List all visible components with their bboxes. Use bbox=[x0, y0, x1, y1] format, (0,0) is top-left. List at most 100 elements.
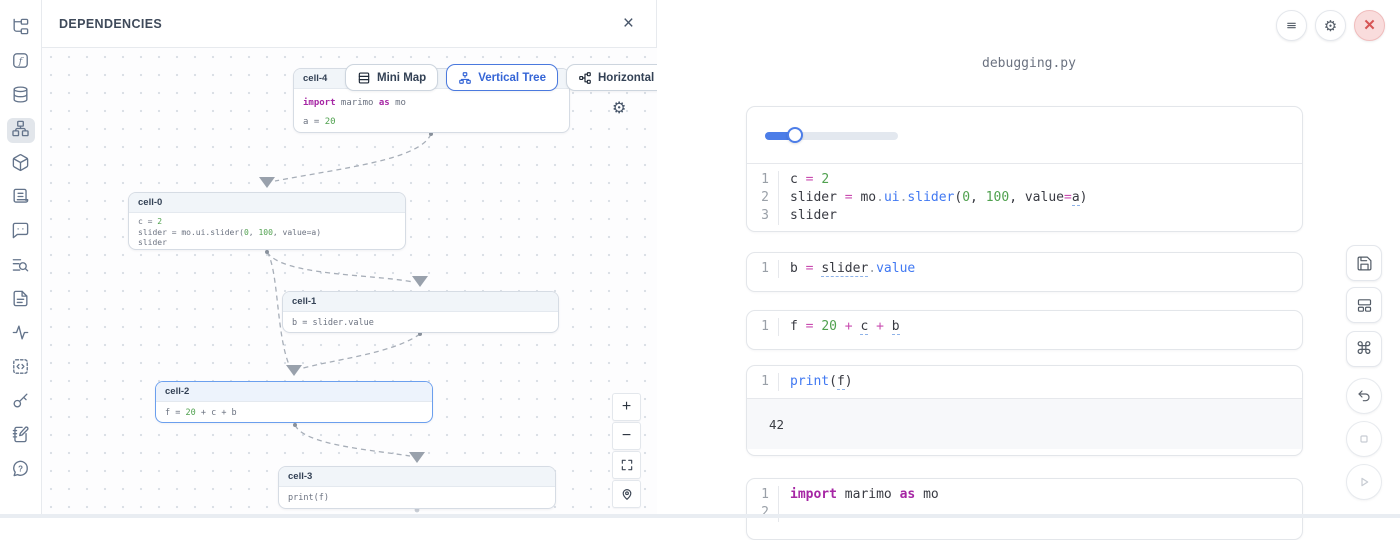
dependencies-header: DEPENDENCIES × bbox=[42, 0, 656, 48]
code-line bbox=[778, 504, 1302, 522]
svg-text:?: ? bbox=[18, 464, 23, 473]
key-icon bbox=[11, 391, 30, 415]
view-button-label: Mini Map bbox=[377, 72, 426, 84]
undo-icon bbox=[1356, 388, 1372, 404]
line-number: 2 bbox=[747, 504, 778, 522]
activity-icon bbox=[11, 323, 30, 347]
sidebar-item-packages[interactable] bbox=[7, 152, 35, 177]
sidebar-item-documentation[interactable] bbox=[7, 186, 35, 211]
file-text-icon bbox=[11, 289, 30, 313]
line-number: 1 bbox=[747, 318, 778, 336]
code-line: f = 20 + c + b bbox=[778, 318, 1302, 336]
line-number: 1 bbox=[747, 171, 778, 189]
fullscreen-icon bbox=[620, 458, 634, 472]
menu-icon bbox=[1284, 18, 1299, 33]
top-action-buttons: ⚙ ✕ bbox=[1276, 10, 1385, 41]
cell-code-editor[interactable]: 1f = 20 + c + b bbox=[747, 311, 1302, 343]
locate-node-button[interactable] bbox=[612, 480, 641, 508]
sidebar-item-tracing[interactable] bbox=[7, 322, 35, 347]
help-icon: ? bbox=[11, 459, 30, 483]
gear-icon: ⚙ bbox=[1324, 17, 1337, 35]
graph-node-cell-3[interactable]: cell-3 print(f) bbox=[278, 466, 556, 509]
close-panel-icon[interactable]: × bbox=[623, 14, 634, 33]
activity-sidebar: f ? bbox=[0, 0, 42, 518]
code-line: slider bbox=[778, 207, 1302, 225]
command-palette-button[interactable]: ⌘ bbox=[1346, 331, 1382, 367]
view-button-minimap[interactable]: Mini Map bbox=[345, 64, 438, 91]
node-code-line: a = 20 bbox=[303, 113, 560, 132]
shutdown-button[interactable]: ✕ bbox=[1354, 10, 1385, 41]
node-code-line: c = 2 bbox=[138, 217, 396, 228]
graph-node-cell-0[interactable]: cell-0 c = 2 slider = mo.ui.slider(0, 10… bbox=[128, 192, 406, 250]
node-label: cell-3 bbox=[279, 467, 555, 487]
cell-code-editor[interactable]: 1c = 2 2slider = mo.ui.slider(0, 100, va… bbox=[747, 164, 1302, 232]
cell-output-area bbox=[747, 107, 1302, 164]
run-button[interactable] bbox=[1346, 464, 1382, 500]
layout-select-button[interactable] bbox=[1346, 287, 1382, 323]
cell-code-editor[interactable]: 1import marimo as mo 2 bbox=[747, 479, 1302, 529]
map-pin-icon bbox=[620, 487, 634, 501]
chat-icon bbox=[11, 221, 30, 245]
line-number: 1 bbox=[747, 260, 778, 278]
sidebar-item-dependency-graph[interactable] bbox=[7, 118, 35, 143]
sidebar-item-file-tree[interactable] bbox=[7, 16, 35, 41]
dependency-graph-canvas[interactable]: Mini Map Vertical Tree Horizontal Tree ⚙… bbox=[42, 48, 657, 518]
line-number: 2 bbox=[747, 189, 778, 207]
sidebar-item-logs[interactable] bbox=[7, 254, 35, 279]
cell-code-editor[interactable]: 1print(f) bbox=[747, 366, 1302, 398]
view-toggle-group: Mini Map Vertical Tree Horizontal Tree bbox=[345, 64, 657, 91]
node-label: cell-2 bbox=[156, 382, 432, 402]
view-button-vertical-tree[interactable]: Vertical Tree bbox=[446, 64, 558, 91]
sidebar-item-snippets[interactable] bbox=[7, 288, 35, 313]
save-button[interactable] bbox=[1346, 245, 1382, 281]
horizontal-tree-icon bbox=[578, 71, 592, 85]
notebook-cell[interactable]: 1c = 2 2slider = mo.ui.slider(0, 100, va… bbox=[746, 106, 1303, 232]
save-icon bbox=[1356, 255, 1373, 272]
package-icon bbox=[11, 153, 30, 177]
code-line: print(f) bbox=[778, 373, 1302, 391]
notebook-cell[interactable]: 1import marimo as mo 2 bbox=[746, 478, 1303, 540]
stop-icon bbox=[1356, 431, 1372, 447]
sidebar-item-functions[interactable]: f bbox=[7, 50, 35, 75]
zoom-out-button[interactable]: − bbox=[612, 422, 641, 450]
stop-button[interactable] bbox=[1346, 421, 1382, 457]
view-button-label: Horizontal Tree bbox=[598, 72, 657, 84]
cell-code-editor[interactable]: 1b = slider.value bbox=[747, 253, 1302, 285]
notebook-menu-button[interactable] bbox=[1276, 10, 1307, 41]
sidebar-item-help[interactable]: ? bbox=[7, 458, 35, 483]
graph-zoom-controls: + − bbox=[612, 393, 641, 508]
sidebar-item-chat[interactable] bbox=[7, 220, 35, 245]
bottom-scrollbar[interactable] bbox=[0, 514, 1400, 518]
slider-widget[interactable] bbox=[765, 132, 898, 140]
slider-handle[interactable] bbox=[787, 127, 803, 143]
line-number: 1 bbox=[747, 486, 778, 504]
notebook-cell[interactable]: 1f = 20 + c + b bbox=[746, 310, 1303, 350]
settings-button[interactable]: ⚙ bbox=[1315, 10, 1346, 41]
database-icon bbox=[11, 85, 30, 109]
svg-text:f: f bbox=[18, 56, 24, 67]
code-line: import marimo as mo bbox=[778, 486, 1302, 504]
node-code-line: f = 20 + c + b bbox=[165, 407, 423, 419]
sidebar-item-outputs[interactable] bbox=[7, 356, 35, 381]
file-tree-icon bbox=[11, 17, 30, 41]
notebook-cell[interactable]: 1print(f) 42 bbox=[746, 365, 1303, 456]
graph-node-cell-1[interactable]: cell-1 b = slider.value bbox=[282, 291, 559, 333]
notebook-pen-icon bbox=[11, 425, 30, 449]
zoom-in-button[interactable]: + bbox=[612, 393, 641, 421]
sidebar-item-scratchpad[interactable] bbox=[7, 424, 35, 449]
graph-settings-gear-icon[interactable]: ⚙ bbox=[612, 98, 626, 117]
cell-output-text: 42 bbox=[747, 398, 1302, 449]
minimap-icon bbox=[357, 71, 371, 85]
sidebar-item-datasources[interactable] bbox=[7, 84, 35, 109]
node-code-line: slider = mo.ui.slider(0, 100, value=a) bbox=[138, 228, 396, 239]
undo-button[interactable] bbox=[1346, 378, 1382, 414]
notebook-cell[interactable]: 1b = slider.value bbox=[746, 252, 1303, 292]
function-icon: f bbox=[11, 51, 30, 75]
scroll-icon bbox=[11, 187, 30, 211]
dependencies-panel: DEPENDENCIES × Mini Map bbox=[42, 0, 657, 518]
fit-view-button[interactable] bbox=[612, 451, 641, 479]
view-button-horizontal-tree[interactable]: Horizontal Tree bbox=[566, 64, 657, 91]
sidebar-item-secrets[interactable] bbox=[7, 390, 35, 415]
panel-title: DEPENDENCIES bbox=[59, 17, 162, 31]
graph-node-cell-2-selected[interactable]: cell-2 f = 20 + c + b bbox=[155, 381, 433, 423]
